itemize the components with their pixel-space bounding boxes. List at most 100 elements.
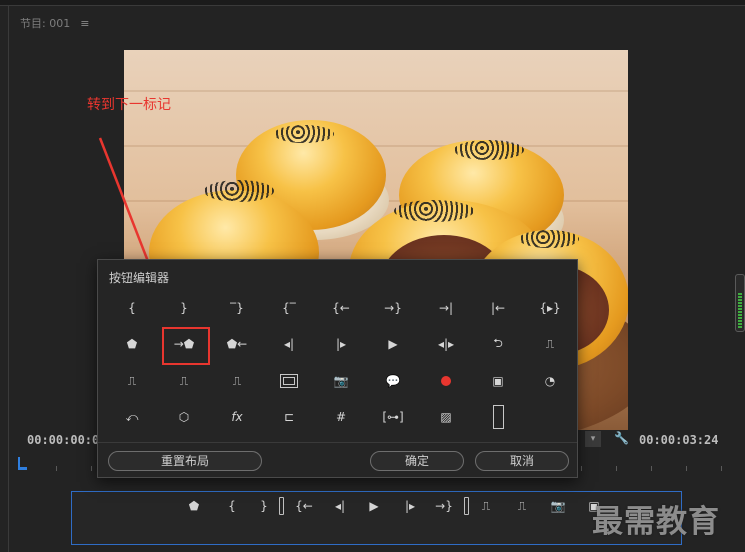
step-forward-icon[interactable]: |▸ [400,496,420,516]
program-monitor-header: 节目: 001 ≡ [20,15,89,31]
mark-out-icon[interactable]: } [254,496,274,516]
icon-glyph: ▨ [440,410,452,424]
icon-glyph: →⬟ [173,337,195,351]
icon-glyph: ⬟← [226,337,248,351]
export-frame-icon[interactable]: 📷 [548,496,568,516]
safe-margins-shape [280,374,298,388]
icon-glyph: ⬡ [178,410,190,424]
divider [98,442,577,443]
go-to-in-icon[interactable]: {← [319,293,363,323]
icon-glyph: ⎍ [179,373,189,388]
mark-in-icon[interactable]: { [110,293,154,323]
multicam-icon[interactable]: ▣ [476,366,520,396]
ruler-tick [581,466,582,471]
extract-icon[interactable]: ⎍ [512,496,532,516]
sesame-seeds [519,230,579,248]
fit-dropdown-chevron-icon[interactable]: ▾ [585,431,601,447]
safe-margins-icon[interactable] [267,366,311,396]
mark-out-icon[interactable]: } [162,293,206,323]
vr-icon[interactable]: ◔ [528,366,572,396]
icon-glyph: →| [438,301,454,315]
ok-button[interactable]: 确定 [370,451,464,471]
play-around-icon[interactable]: ◂|▸ [424,329,468,359]
icon-glyph: 💬 [385,374,401,388]
icon-glyph: [⊶] [382,410,404,424]
play-stop-icon[interactable]: ▶ [371,329,415,359]
snap-icon[interactable]: [⊶] [371,402,415,432]
icon-glyph: |← [490,301,506,315]
annotation-label: 转到下一标记 [87,97,171,113]
cancel-button[interactable]: 取消 [475,451,569,471]
fx-icon[interactable]: fx [215,402,259,432]
go-to-out-icon[interactable]: →} [434,496,454,516]
watermark: 最需教育 [592,504,720,540]
panel-edge [8,6,9,552]
icon-glyph: ▣ [492,374,504,388]
add-marker-icon[interactable]: ⬟ [110,329,154,359]
transport-controls-bar: ⬟{} {← ◂| ▶ |▸ →} ⎍ ⎍ 📷 ▣ [71,491,682,545]
comparison-view-icon[interactable]: ▨ [424,402,468,432]
clear-in-icon[interactable]: ‾} [215,293,259,323]
lift-icon[interactable]: ⎍ [528,329,572,359]
insert-icon[interactable]: ⎍ [110,366,154,396]
panel-menu-icon[interactable]: ≡ [80,17,89,30]
audio-meter [735,274,745,332]
show-rulers-icon[interactable]: ⊏ [267,402,311,432]
audio-level [738,293,742,329]
go-to-next-marker-icon[interactable]: →⬟ [162,329,206,359]
spacer-icon[interactable] [476,402,520,432]
icon-glyph: ◂| [283,337,295,351]
ruler-tick [56,466,57,471]
play-in-to-out-icon[interactable]: {▸} [528,293,572,323]
step-back-icon[interactable]: ◂| [267,329,311,359]
icon-glyph: ⬟ [126,337,138,351]
icon-glyph: ⎍ [545,336,555,351]
icon-glyph: 📷 [333,374,349,388]
icon-glyph: ‾} [230,301,244,315]
icon-glyph: ◂|▸ [437,337,455,351]
icon-glyph: {← [332,301,350,315]
icon-glyph: ⎍ [232,373,242,388]
program-monitor-title[interactable]: 节目: 001 [20,15,70,31]
comment-icon[interactable]: 💬 [371,366,415,396]
show-guides-icon[interactable]: # [319,402,363,432]
spacer-shape [492,405,504,429]
go-to-in-icon[interactable]: {← [294,496,314,516]
ruler-tick [91,466,92,471]
step-forward-icon[interactable]: |▸ [319,329,363,359]
icon-glyph: ⎍ [127,373,137,388]
reset-layout-button[interactable]: 重置布局 [108,451,262,471]
clear-out-icon[interactable]: {‾ [267,293,311,323]
mark-in-icon[interactable]: { [222,496,242,516]
lift-icon[interactable]: ⎍ [476,496,496,516]
overwrite-icon[interactable]: ⎍ [162,366,206,396]
go-to-prev-marker-icon[interactable]: ⬟← [215,329,259,359]
play-icon[interactable]: ▶ [364,496,384,516]
button-editor-dialog: 按钮编辑器 {} ‾} {‾ {← →} →| |← {▸} ⬟ →⬟ ⬟← ◂| |▸ ▶ ◂|▸ ⮌ ⎍ ⎍ ⎍… [97,259,578,478]
add-marker-icon[interactable]: ⬟ [184,496,204,516]
step-back-icon[interactable]: ◂| [330,496,350,516]
go-to-next-edit-icon[interactable]: →| [424,293,468,323]
loop-icon[interactable]: ⮌ [476,329,520,359]
ruler-tick [721,466,722,471]
extract-icon[interactable]: ⎍ [215,366,259,396]
icon-glyph: } [180,301,188,315]
export-frame-icon[interactable]: 📷 [319,366,363,396]
icon-glyph: {▸} [539,301,561,315]
ruler-tick [686,466,687,471]
sesame-seeds [204,180,274,202]
separator-icon [279,497,284,515]
wrench-icon[interactable]: 🔧 [614,431,629,445]
playhead-timecode[interactable]: 00:00:00:00 [27,433,106,447]
separator-icon [464,497,469,515]
icon-glyph: ⮌ [493,335,503,350]
icon-glyph: ⤺ [125,409,139,424]
vr-video-icon[interactable]: ⬡ [162,402,206,432]
playhead-icon[interactable] [18,457,28,471]
go-to-out-icon[interactable]: →} [371,293,415,323]
restore-crop-icon[interactable]: ⤺ [110,402,154,432]
icon-glyph: ▶ [388,337,398,351]
go-to-prev-edit-icon[interactable]: |← [476,293,520,323]
duration-timecode: 00:00:03:24 [639,433,719,447]
record-icon[interactable] [424,366,468,396]
